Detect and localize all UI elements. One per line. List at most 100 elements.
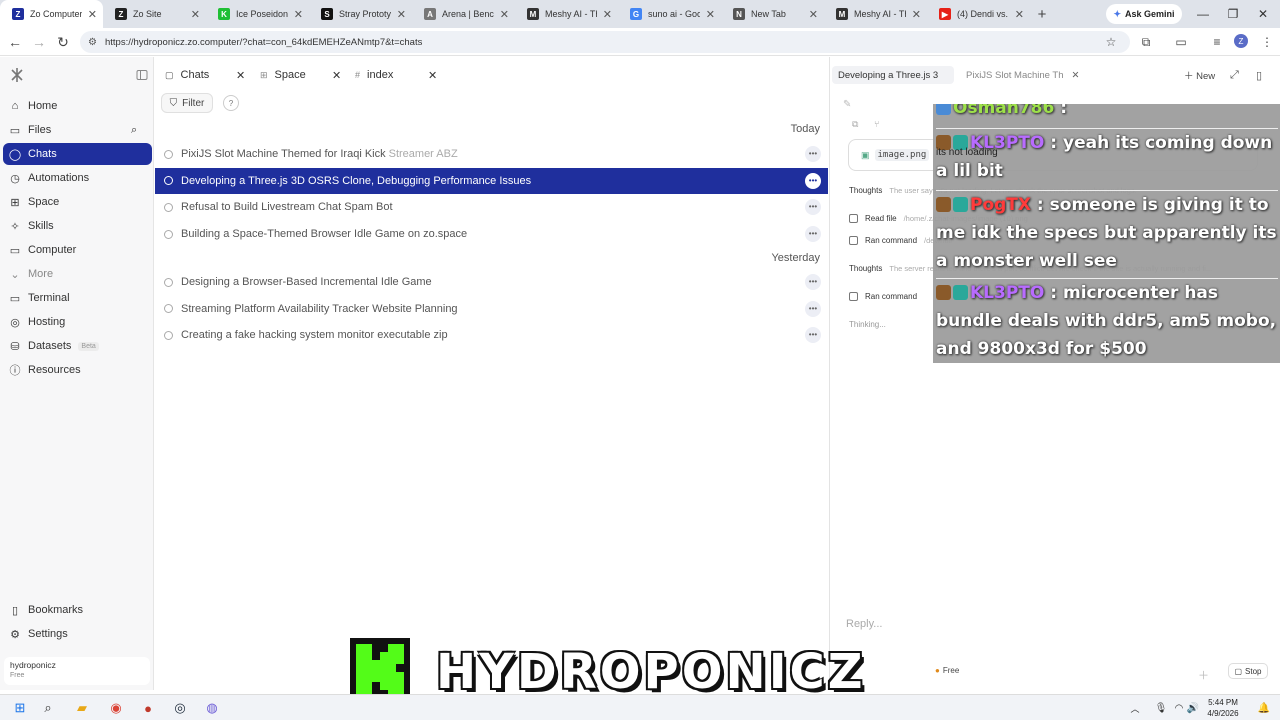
close-tab-icon[interactable]: ✕ (1015, 8, 1024, 21)
sidebar-item-terminal[interactable]: ▭ Terminal (3, 287, 152, 309)
back-icon[interactable]: ← (4, 32, 26, 52)
branch-icon[interactable]: ⑂ (874, 115, 879, 133)
browser-tab[interactable]: M Meshy AI - The ✕ (824, 0, 927, 28)
sidebar-item-files[interactable]: ▭ Files (3, 119, 152, 141)
close-tab-icon[interactable]: ✕ (706, 8, 715, 21)
microphone-icon[interactable]: 🎙 (1151, 698, 1171, 718)
browser-tab[interactable]: Gsuno ai - Googl ✕ (618, 0, 721, 28)
browser-tab[interactable]: Z Zo Site ✕ (103, 0, 206, 28)
model-selector[interactable]: ● Free (935, 666, 959, 675)
discord-icon[interactable]: ◍ (202, 698, 222, 718)
windows-start-icon[interactable]: ⊞ (10, 698, 30, 718)
sidebar-item-space[interactable]: ⊞ Space (3, 191, 152, 213)
maximize-icon[interactable]: ❐ (1218, 0, 1248, 28)
collapse-sidebar-icon[interactable] (136, 69, 148, 81)
close-tab-icon[interactable]: ✕ (294, 8, 303, 21)
copy-icon[interactable]: ⧉ (852, 115, 858, 133)
more-options-icon[interactable]: ••• (805, 327, 821, 344)
close-tab-icon[interactable]: ✕ (191, 8, 200, 21)
address-bar[interactable]: ⚙ https://hydroponicz.zo.computer/?chat=… (80, 31, 1130, 53)
ask-gemini-button[interactable]: ✦ Ask Gemini (1106, 4, 1182, 24)
tab-conversation[interactable]: PixiJS Slot Machine Th ✕ (966, 66, 1079, 84)
files-search-icon[interactable]: ⌕ (131, 119, 147, 141)
chrome-icon[interactable]: ◉ (106, 698, 126, 718)
help-icon[interactable]: ? (223, 95, 239, 111)
tab-space[interactable]: ⊞ Space (260, 66, 306, 84)
menu-kebab-icon[interactable]: ⋮ (1258, 33, 1276, 51)
browser-tab[interactable]: ▶ (4) Dendi vs. Op ✕ (927, 0, 1030, 28)
sidebar-item-home[interactable]: ⌂ Home (3, 95, 152, 117)
site-settings-icon[interactable]: ⚙ (88, 37, 97, 48)
more-options-icon[interactable]: ••• (805, 300, 821, 317)
chat-list-item[interactable]: Designing a Browser-Based Incremental Id… (155, 269, 828, 295)
reload-icon[interactable]: ↻ (52, 32, 74, 52)
close-tab-icon[interactable]: ✕ (428, 66, 437, 84)
sidebar-item-resources[interactable]: ⓘ Resources (3, 359, 152, 381)
more-options-icon[interactable]: ••• (805, 274, 821, 290)
new-chat-button[interactable]: ＋ New (1184, 68, 1215, 82)
search-icon[interactable]: ⌕ (38, 698, 58, 718)
extensions-icon[interactable]: ⧉ (1137, 33, 1155, 51)
sidebar-item-skills[interactable]: ✧ Skills (3, 215, 152, 237)
system-clock[interactable]: 5:44 PM 4/9/2026 (1200, 697, 1246, 719)
close-tab-icon[interactable]: ✕ (603, 8, 612, 21)
browser-tab[interactable]: A Arena | Benchm ✕ (412, 0, 515, 28)
app-icon[interactable]: ● (138, 698, 158, 718)
browser-tab[interactable]: Z Zo Computer ✕ (0, 0, 103, 28)
more-options-icon[interactable]: ••• (805, 199, 821, 216)
notifications-icon[interactable]: 🔔 (1254, 698, 1274, 718)
sidebar-item-datasets[interactable]: ⛁ Datasets Beta (3, 335, 152, 357)
close-tab-icon[interactable]: ✕ (88, 8, 97, 21)
chat-list-item[interactable]: Streaming Platform Availability Tracker … (155, 296, 828, 322)
reading-list-icon[interactable]: ≡ (1208, 33, 1226, 51)
tray-chevron-icon[interactable]: ︿ (1125, 698, 1145, 718)
sidebar-item-computer[interactable]: ▭ Computer (3, 239, 152, 261)
expand-icon[interactable]: ⤢ (1230, 66, 1239, 84)
cast-icon[interactable]: ▭ (1172, 33, 1190, 51)
edit-icon[interactable]: ✎ (843, 95, 851, 113)
more-options-icon[interactable]: ••• (805, 172, 821, 189)
sidebar-item-bookmarks[interactable]: ▯ Bookmarks (3, 599, 152, 621)
close-tab-icon[interactable]: ✕ (809, 8, 818, 21)
close-window-icon[interactable]: ✕ (1248, 0, 1278, 28)
chat-list-item[interactable]: Creating a fake hacking system monitor e… (155, 322, 828, 348)
bookmark-star-icon[interactable]: ☆ (1102, 33, 1120, 51)
sidebar-item-automations[interactable]: ◷ Automations (3, 167, 152, 189)
close-tab-icon[interactable]: ✕ (236, 66, 245, 84)
profile-avatar[interactable]: Z (1234, 34, 1248, 48)
filter-button[interactable]: ⛉ Filter (161, 93, 213, 113)
close-tab-icon[interactable]: ✕ (912, 8, 921, 21)
tab-conversation-active[interactable]: Developing a Three.js 3 (832, 66, 954, 84)
steam-icon[interactable]: ◎ (170, 698, 190, 718)
sidebar-item-hosting[interactable]: ◎ Hosting (3, 311, 152, 333)
chat-list-item[interactable]: PixiJS Slot Machine Themed for Iraqi Kic… (155, 141, 828, 167)
minimize-icon[interactable]: — (1188, 0, 1218, 28)
browser-tab[interactable]: M Meshy AI - The ✕ (515, 0, 618, 28)
agent-step[interactable]: Thinking... (849, 315, 886, 333)
add-attachment-icon[interactable]: ＋ (1198, 666, 1209, 684)
chat-list-item[interactable]: Developing a Three.js 3D OSRS Clone, Deb… (155, 167, 828, 194)
sidebar-item-more[interactable]: ⌄ More (3, 263, 152, 285)
more-options-icon[interactable]: ••• (805, 146, 821, 162)
close-tab-icon[interactable]: ✕ (500, 8, 509, 21)
agent-step[interactable]: Ran command (849, 287, 917, 305)
sidebar-item-chats[interactable]: ◯ Chats (3, 143, 152, 165)
more-options-icon[interactable]: ••• (805, 226, 821, 243)
browser-tab[interactable]: K Ice Poseidon ✕ (206, 0, 309, 28)
close-tab-icon[interactable]: ✕ (397, 8, 406, 21)
tab-chats[interactable]: ▢ Chats (165, 66, 209, 84)
close-tab-icon[interactable]: ✕ (332, 66, 341, 84)
forward-icon[interactable]: → (28, 32, 50, 52)
browser-tab[interactable]: N New Tab ✕ (721, 0, 824, 28)
close-tab-icon[interactable]: ✕ (1072, 70, 1080, 81)
reply-input[interactable]: Reply... (846, 618, 882, 630)
stop-button[interactable]: ▢ Stop (1228, 663, 1268, 679)
chat-list-item[interactable]: Refusal to Build Livestream Chat Spam Bo… (155, 194, 828, 220)
tab-index[interactable]: # index (355, 66, 393, 84)
zo-logo-icon[interactable] (9, 67, 25, 83)
file-explorer-icon[interactable]: ▰ (72, 698, 92, 718)
chat-list-item[interactable]: Building a Space-Themed Browser Idle Gam… (155, 221, 828, 247)
browser-tab[interactable]: S Stray Prototype ✕ (309, 0, 412, 28)
sidebar-item-settings[interactable]: ⚙ Settings (3, 623, 152, 645)
panel-toggle-icon[interactable]: ▯ (1256, 66, 1262, 84)
